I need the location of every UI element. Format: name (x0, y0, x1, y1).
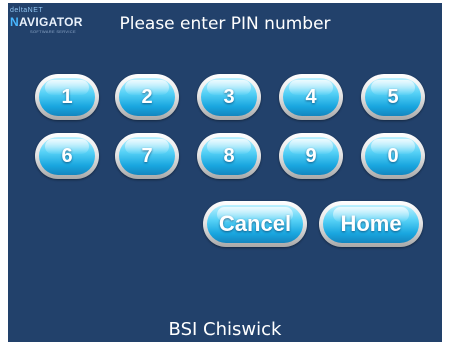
key-6-button[interactable]: 6 (35, 133, 99, 179)
key-9-button[interactable]: 9 (279, 133, 343, 179)
key-label: 2 (141, 85, 153, 108)
key-label: 7 (141, 144, 153, 167)
key-label: 4 (305, 85, 317, 108)
key-1-button[interactable]: 1 (35, 74, 99, 120)
key-label: 9 (305, 144, 317, 167)
key-5-button[interactable]: 5 (361, 74, 425, 120)
key-2-button[interactable]: 2 (115, 74, 179, 120)
key-3-button[interactable]: 3 (197, 74, 261, 120)
page-title: Please enter PIN number (119, 14, 331, 34)
key-label: 0 (387, 144, 399, 167)
home-button-label: Home (340, 211, 402, 236)
pin-entry-screen: deltaNET NAVIGATOR SOFTWARE SERVICE Plea… (8, 3, 442, 342)
home-button[interactable]: Home (319, 201, 423, 247)
key-7-button[interactable]: 7 (115, 133, 179, 179)
key-label: 1 (61, 85, 73, 108)
cancel-button-label: Cancel (218, 211, 292, 236)
location-label: BSI Chiswick (168, 319, 282, 340)
key-8-button[interactable]: 8 (197, 133, 261, 179)
key-label: 8 (223, 144, 235, 167)
key-0-button[interactable]: 0 (361, 133, 425, 179)
key-label: 6 (61, 144, 73, 167)
logo-small-text: deltaNET (10, 7, 44, 14)
key-label: 5 (387, 85, 399, 108)
key-label: 3 (223, 85, 235, 108)
key-4-button[interactable]: 4 (279, 74, 343, 120)
cancel-button[interactable]: Cancel (203, 201, 307, 247)
